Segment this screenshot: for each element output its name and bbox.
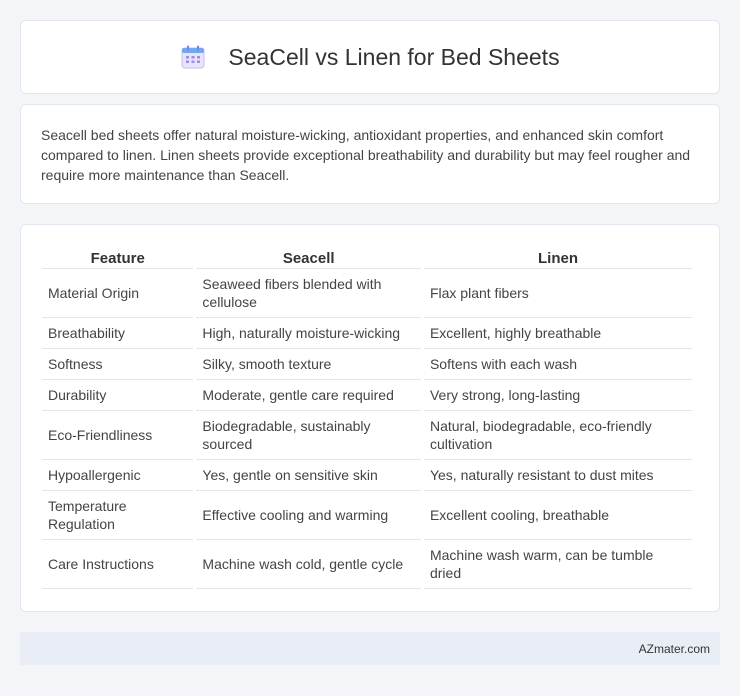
- feature-cell: Temperature Regulation: [42, 491, 194, 540]
- seacell-cell: Effective cooling and warming: [196, 491, 421, 540]
- seacell-cell: Yes, gentle on sensitive skin: [196, 460, 421, 491]
- table-row: Softness Silky, smooth texture Softens w…: [42, 349, 692, 380]
- calendar-icon: [180, 44, 206, 70]
- feature-cell: Durability: [42, 380, 194, 411]
- feature-cell: Care Instructions: [42, 540, 194, 589]
- column-header-seacell: Seacell: [196, 245, 421, 269]
- feature-cell: Breathability: [42, 318, 194, 349]
- table-row: Material Origin Seaweed fibers blended w…: [42, 269, 692, 318]
- footer: AZmater.com: [20, 632, 720, 665]
- seacell-cell: Seaweed fibers blended with cellulose: [196, 269, 421, 318]
- table-row: Hypoallergenic Yes, gentle on sensitive …: [42, 460, 692, 491]
- linen-cell: Very strong, long-lasting: [423, 380, 692, 411]
- seacell-cell: Biodegradable, sustainably sourced: [196, 411, 421, 460]
- seacell-cell: High, naturally moisture-wicking: [196, 318, 421, 349]
- feature-cell: Material Origin: [42, 269, 194, 318]
- seacell-cell: Silky, smooth texture: [196, 349, 421, 380]
- seacell-cell: Moderate, gentle care required: [196, 380, 421, 411]
- table-row: Durability Moderate, gentle care require…: [42, 380, 692, 411]
- linen-cell: Yes, naturally resistant to dust mites: [423, 460, 692, 491]
- table-row: Eco-Friendliness Biodegradable, sustaina…: [42, 411, 692, 460]
- comparison-table-card: Feature Seacell Linen Material Origin Se…: [20, 224, 720, 612]
- table-row: Temperature Regulation Effective cooling…: [42, 491, 692, 540]
- summary-card: Seacell bed sheets offer natural moistur…: [20, 104, 720, 204]
- footer-brand: AZmater.com: [638, 641, 710, 656]
- page-title: SeaCell vs Linen for Bed Sheets: [228, 43, 560, 70]
- table-row: Breathability High, naturally moisture-w…: [42, 318, 692, 349]
- feature-cell: Softness: [42, 349, 194, 380]
- linen-cell: Machine wash warm, can be tumble dried: [423, 540, 692, 589]
- table-header-row: Feature Seacell Linen: [42, 245, 692, 269]
- linen-cell: Excellent, highly breathable: [423, 318, 692, 349]
- column-header-feature: Feature: [42, 245, 194, 269]
- comparison-table: Feature Seacell Linen Material Origin Se…: [39, 245, 695, 589]
- table-row: Care Instructions Machine wash cold, gen…: [42, 540, 692, 589]
- summary-text: Seacell bed sheets offer natural moistur…: [41, 127, 691, 183]
- seacell-cell: Machine wash cold, gentle cycle: [196, 540, 421, 589]
- linen-cell: Softens with each wash: [423, 349, 692, 380]
- linen-cell: Excellent cooling, breathable: [423, 491, 692, 540]
- linen-cell: Flax plant fibers: [423, 269, 692, 318]
- title-card: SeaCell vs Linen for Bed Sheets: [20, 20, 720, 94]
- feature-cell: Hypoallergenic: [42, 460, 194, 491]
- feature-cell: Eco-Friendliness: [42, 411, 194, 460]
- linen-cell: Natural, biodegradable, eco-friendly cul…: [423, 411, 692, 460]
- column-header-linen: Linen: [423, 245, 692, 269]
